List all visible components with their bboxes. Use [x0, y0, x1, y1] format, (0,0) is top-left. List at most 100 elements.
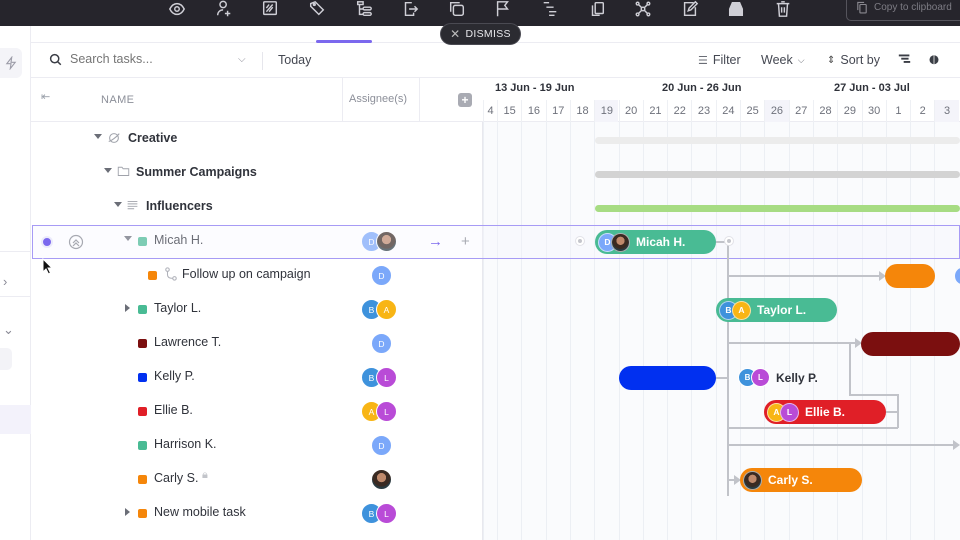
task-name[interactable]: Follow up on campaign [182, 267, 311, 281]
task-name[interactable]: Taylor L. [154, 301, 201, 315]
name-column-header[interactable]: NAME [101, 94, 134, 106]
chevron-right-icon[interactable]: › [0, 274, 31, 289]
more-options-button[interactable]: ⋮ [955, 53, 960, 68]
assignee-avatars[interactable]: D [371, 435, 392, 456]
status-square[interactable] [138, 475, 147, 484]
caret-right-icon[interactable] [125, 304, 130, 312]
hierarchy-icon[interactable] [353, 0, 375, 18]
status-square[interactable] [138, 339, 147, 348]
avatar-photo[interactable] [371, 469, 392, 490]
task-row[interactable]: Lawrence T. D [31, 326, 483, 360]
status-square[interactable] [138, 237, 147, 246]
network-icon[interactable] [632, 0, 654, 18]
list-row[interactable]: Influencers [31, 190, 483, 224]
copy-to-clipboard-button[interactable]: Copy to clipboard [846, 0, 960, 21]
task-row[interactable]: Carly S. 🔒︎ [31, 462, 483, 496]
caret-down-icon[interactable] [104, 168, 112, 173]
task-name[interactable]: Harrison K. [154, 437, 217, 451]
export-icon[interactable] [399, 0, 421, 18]
assignee-avatars[interactable]: D [361, 231, 397, 252]
caret-down-icon[interactable] [94, 134, 102, 139]
collapse-sidebar-icon[interactable]: ⇤ [41, 90, 50, 103]
caret-right-icon[interactable] [125, 508, 130, 516]
flag-icon[interactable] [492, 0, 514, 18]
color-mode-button[interactable] [928, 53, 940, 65]
week-dropdown[interactable]: Week ⌵ [761, 53, 805, 67]
task-name[interactable]: Lawrence T. [154, 335, 221, 349]
copy-to-clipboard-label: Copy to clipboard [874, 2, 952, 13]
status-square[interactable] [138, 305, 147, 314]
rail-item[interactable] [0, 348, 12, 370]
caret-down-icon[interactable] [124, 236, 132, 241]
caret-down-icon[interactable] [114, 202, 122, 207]
add-user-icon[interactable] [213, 0, 235, 18]
assignee-avatars[interactable]: BL [361, 367, 397, 388]
grid-line [545, 122, 547, 540]
search-box[interactable] [49, 52, 220, 66]
grid-line [691, 122, 693, 540]
filter-button[interactable]: ☰ Filter [698, 53, 741, 67]
status-square[interactable] [138, 509, 147, 518]
sort-by-button[interactable]: ⇕ Sort by [827, 53, 880, 67]
assignee-avatars[interactable] [371, 469, 392, 490]
tag-icon[interactable] [306, 0, 328, 18]
drag-handle-icon[interactable] [68, 234, 84, 250]
folder-row[interactable]: Summer Campaigns [31, 156, 483, 190]
task-name[interactable]: Carly S. [154, 471, 198, 485]
grid-line [483, 122, 484, 540]
trash-icon[interactable] [772, 0, 794, 18]
avatar[interactable]: D [371, 435, 392, 456]
task-name[interactable]: Kelly P. [154, 369, 195, 383]
week-label: 27 Jun - 03 Jul [834, 82, 910, 94]
assignee-column-header[interactable]: Assignee(s) [349, 93, 407, 105]
task-row[interactable]: New mobile task B L [31, 496, 483, 530]
avatar[interactable]: L [376, 401, 397, 422]
task-row[interactable]: Micah H. D [31, 224, 483, 258]
subtasks-icon[interactable] [539, 0, 561, 18]
status-square[interactable] [148, 271, 157, 280]
avatar[interactable]: L [376, 367, 397, 388]
assignee-avatars[interactable]: BL [361, 503, 397, 524]
assignee-avatars[interactable]: D [371, 333, 392, 354]
assignee-avatars[interactable]: AL [361, 401, 397, 422]
status-square[interactable] [138, 441, 147, 450]
automation-icon[interactable] [0, 48, 22, 78]
grid-line [521, 122, 523, 540]
arrow-right-icon[interactable]: → [428, 233, 443, 250]
list-icon [127, 200, 138, 210]
task-row[interactable]: Kelly P. B L [31, 360, 483, 394]
avatar[interactable]: D [371, 265, 392, 286]
task-row[interactable]: Harrison K. D [31, 428, 483, 462]
row-select-radio[interactable] [41, 236, 53, 248]
dismiss-button[interactable]: ✕ DISMISS [440, 23, 521, 45]
edit-icon[interactable] [679, 0, 701, 18]
copy-icon[interactable] [586, 0, 608, 18]
assignee-avatars[interactable]: D [371, 265, 392, 286]
add-subtask-icon[interactable]: + [461, 233, 470, 250]
assignee-avatars[interactable]: BA [361, 299, 397, 320]
add-column-button[interactable]: + [458, 93, 472, 107]
eye-icon[interactable] [166, 0, 188, 18]
gantt-settings-button[interactable] [898, 53, 911, 66]
avatar[interactable]: L [376, 503, 397, 524]
task-name[interactable]: Micah H. [154, 233, 203, 247]
space-row[interactable]: Creative [31, 122, 483, 156]
search-dropdown-chevron-icon[interactable]: ⌵ [238, 54, 246, 65]
rail-selected-item[interactable] [0, 405, 31, 434]
task-row[interactable]: Follow up on campaign D [31, 258, 483, 292]
task-name[interactable]: New mobile task [154, 505, 246, 519]
avatar[interactable]: D [371, 333, 392, 354]
status-square[interactable] [138, 373, 147, 382]
task-row[interactable]: Ellie B. A L [31, 394, 483, 428]
search-input[interactable] [70, 52, 220, 66]
inbox-icon[interactable] [725, 0, 747, 18]
avatar-photo[interactable] [376, 231, 397, 252]
task-name[interactable]: Ellie B. [154, 403, 193, 417]
status-square[interactable] [138, 407, 147, 416]
today-button[interactable]: Today [278, 53, 311, 67]
avatar[interactable]: A [376, 299, 397, 320]
chevron-down-icon[interactable]: ⌄ [0, 322, 31, 338]
image-icon[interactable] [259, 0, 281, 18]
task-row[interactable]: Taylor L. B A [31, 292, 483, 326]
duplicate-icon[interactable] [446, 0, 468, 18]
